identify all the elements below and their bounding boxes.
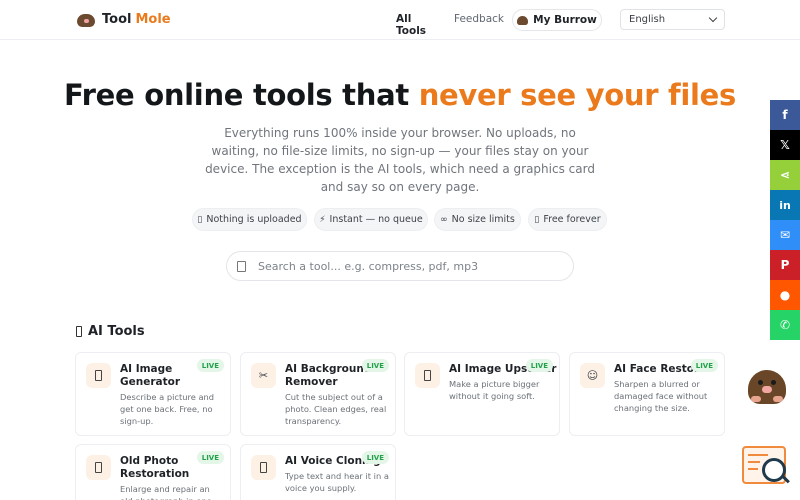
chevron-down-icon: [708, 13, 718, 23]
mole-logo-icon: [76, 10, 96, 28]
live-badge: LIVE: [196, 451, 224, 464]
tool-card-ai-face-restorer[interactable]: ☺ AI Face Restorer Sharpen a blurred or …: [569, 352, 725, 436]
card-description: Enlarge and repair an old photograph in …: [120, 484, 212, 500]
feature-pills: ▯ Nothing is uploaded ⚡ Instant — no que…: [0, 208, 800, 232]
tool-card-ai-voice-cloning[interactable]: AI Voice Cloning Type text and hear it i…: [240, 444, 396, 500]
nav-feedback[interactable]: Feedback: [454, 13, 504, 25]
tool-card-ai-image-generator[interactable]: AI Image Generator Describe a picture an…: [75, 352, 231, 436]
whatsapp-icon[interactable]: ✆: [770, 310, 800, 340]
card-description: Make a picture bigger without it going s…: [449, 379, 540, 401]
robot-icon: [76, 326, 82, 337]
tool-card-ai-image-upscaler[interactable]: AI Image Upscaler Make a picture bigger …: [404, 352, 560, 436]
hero-title-accent: never see your files: [418, 78, 737, 112]
pill-label: Nothing is uploaded: [206, 214, 302, 225]
feedback-widget-icon[interactable]: [740, 444, 790, 488]
live-badge: LIVE: [690, 359, 718, 372]
microphone-icon: [251, 455, 276, 480]
logo-word-mole: Mole: [135, 11, 171, 27]
live-badge: LIVE: [361, 359, 389, 372]
facebook-icon[interactable]: f: [770, 100, 800, 130]
language-select[interactable]: English: [620, 9, 725, 30]
search-icon: [237, 260, 246, 272]
scissors-icon: ✂: [251, 363, 276, 388]
site-header: Tool Mole All Tools Feedback My Burrow En…: [0, 0, 800, 40]
live-badge: LIVE: [525, 359, 553, 372]
pill-free-forever: ▯ Free forever: [528, 208, 607, 231]
x-icon[interactable]: 𝕏: [770, 130, 800, 160]
my-burrow-button[interactable]: My Burrow: [512, 9, 602, 31]
live-badge: LIVE: [361, 451, 389, 464]
infinity-icon: ∞: [440, 214, 448, 225]
logo-text: Tool Mole: [102, 12, 171, 27]
card-description: Type text and hear it in a voice you sup…: [285, 471, 389, 493]
image-icon: [86, 363, 111, 388]
section-title-text: AI Tools: [88, 324, 145, 339]
messenger-icon[interactable]: ✉: [770, 220, 800, 250]
linkedin-icon[interactable]: in: [770, 190, 800, 220]
mole-icon: [517, 15, 529, 25]
pill-label: No size limits: [451, 214, 515, 225]
pinterest-icon[interactable]: P: [770, 250, 800, 280]
pill-nothing-uploaded: ▯ Nothing is uploaded: [192, 208, 307, 231]
photo-icon: [86, 455, 111, 480]
tool-card-old-photo-restoration[interactable]: Old Photo Restoration Enlarge and repair…: [75, 444, 231, 500]
tool-search-input[interactable]: [258, 259, 558, 273]
mole-mascot-icon[interactable]: [746, 366, 788, 406]
reddit-icon[interactable]: ●: [770, 280, 800, 310]
lightning-icon: ⚡: [319, 214, 326, 225]
share-sidebar: f 𝕏 ⋖ in ✉ P ● ✆: [770, 100, 800, 340]
pill-instant: ⚡ Instant — no queue: [314, 208, 428, 231]
pill-no-size-limits: ∞ No size limits: [434, 208, 521, 231]
upscale-icon: [415, 363, 440, 388]
gift-icon: ▯: [534, 214, 540, 225]
hero-subtitle: Everything runs 100% inside your browser…: [205, 126, 595, 194]
section-title-ai-tools: AI Tools: [76, 324, 145, 339]
nav-all-tools[interactable]: All Tools: [396, 13, 426, 37]
live-badge: LIVE: [196, 359, 224, 372]
hero-title: Free online tools that never see your fi…: [0, 78, 800, 112]
pill-label: Free forever: [543, 214, 601, 225]
pill-label: Instant — no queue: [329, 214, 423, 225]
language-value: English: [629, 14, 666, 25]
lock-icon: ▯: [197, 214, 203, 225]
my-burrow-label: My Burrow: [533, 14, 597, 26]
hero-title-main: Free online tools that: [64, 78, 419, 112]
tool-card-ai-background-remover[interactable]: ✂ AI Background Remover Cut the subject …: [240, 352, 396, 436]
logo-word-tool: Tool: [102, 11, 132, 27]
site-logo[interactable]: Tool Mole: [76, 10, 171, 28]
face-icon: ☺: [580, 363, 605, 388]
card-description: Cut the subject out of a photo. Clean ed…: [285, 392, 387, 426]
tool-search-bar[interactable]: [226, 251, 574, 281]
card-description: Describe a picture and get one back. Fre…: [120, 392, 215, 426]
card-description: Sharpen a blurred or damaged face withou…: [614, 379, 708, 413]
sharethis-icon[interactable]: ⋖: [770, 160, 800, 190]
